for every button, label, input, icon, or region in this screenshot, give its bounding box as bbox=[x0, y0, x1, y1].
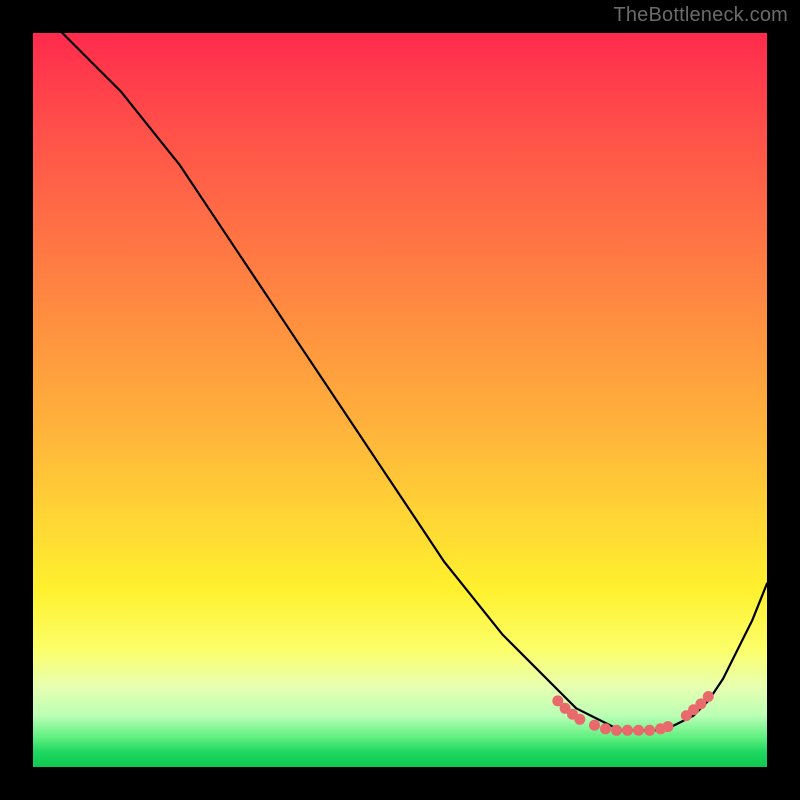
marker-group bbox=[552, 691, 714, 736]
curve-marker bbox=[703, 691, 714, 702]
curve-marker bbox=[662, 721, 673, 732]
chart-frame: TheBottleneck.com bbox=[0, 0, 800, 800]
curve-marker bbox=[600, 723, 611, 734]
curve-marker bbox=[589, 720, 600, 731]
curve-marker bbox=[611, 725, 622, 736]
curve-marker bbox=[644, 725, 655, 736]
curve-marker bbox=[622, 725, 633, 736]
watermark-text: TheBottleneck.com bbox=[613, 4, 788, 27]
curve-marker bbox=[574, 714, 585, 725]
bottleneck-curve bbox=[33, 33, 767, 730]
plot-area bbox=[33, 33, 767, 767]
curve-marker bbox=[633, 725, 644, 736]
plot-svg bbox=[33, 33, 767, 767]
